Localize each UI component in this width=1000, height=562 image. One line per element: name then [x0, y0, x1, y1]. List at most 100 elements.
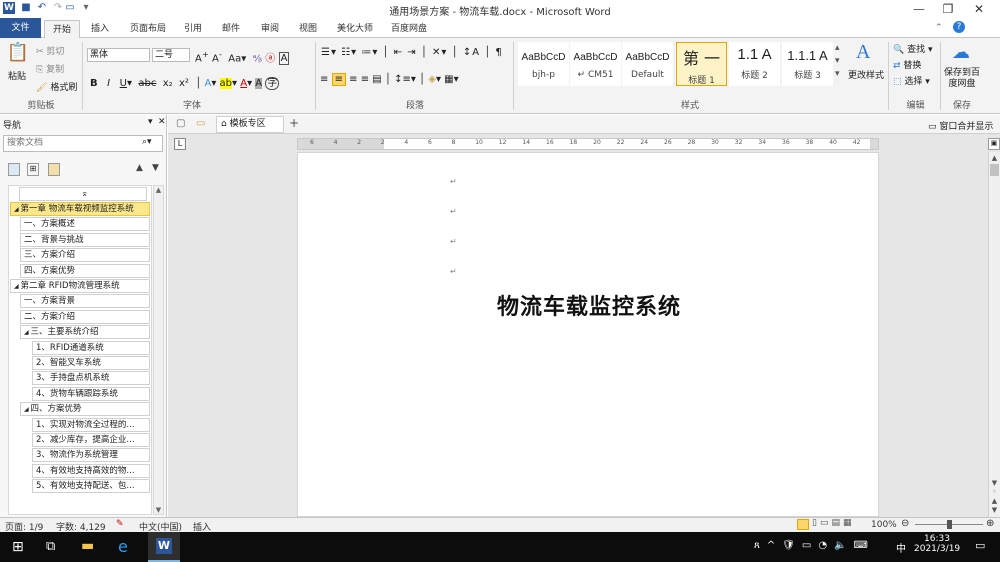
- print-layout-icon[interactable]: [797, 519, 809, 530]
- style-default[interactable]: AaBbCcD Default: [622, 42, 673, 86]
- nav-item[interactable]: 3、物流作为系统管理: [32, 448, 150, 463]
- tab-stop-selector[interactable]: L: [174, 138, 186, 150]
- view-mode-icons[interactable]: ▯▭▤▦: [812, 518, 854, 528]
- zoom-out-icon[interactable]: ⊖: [901, 518, 909, 529]
- horizontal-ruler[interactable]: 6 4 2 2 4 6 8 10 12 14 16 18 20 22 24 26 28 30 32 34 36 38 40 4…: [297, 138, 879, 150]
- nav-item[interactable]: 三、方案介绍: [20, 248, 150, 263]
- tab-references[interactable]: 引用: [179, 20, 207, 38]
- close-button[interactable]: ✕: [964, 0, 994, 18]
- nav-collapse-all-icon[interactable]: ⌅: [19, 187, 147, 201]
- nav-options-icon[interactable]: ▾: [148, 117, 153, 127]
- new-doc-icon[interactable]: ▢: [176, 118, 185, 129]
- nav-item[interactable]: 一、方案概述: [20, 217, 150, 232]
- collapse-ribbon-icon[interactable]: ⌃: [935, 23, 943, 33]
- document-page[interactable]: ↵ ↵ ↵ ↵ 物流车载监控系统: [297, 152, 879, 517]
- clock[interactable]: 16:33 2021/3/19: [914, 534, 960, 554]
- font-size-tools[interactable]: A+ A- Aa▾ ᵃ⁄ᵦ ⓐ A: [195, 49, 290, 66]
- zoom-in-icon[interactable]: ⊕: [986, 518, 994, 529]
- style-heading-3[interactable]: 1.1.1 A 标题 3: [782, 42, 833, 86]
- nav-search-input[interactable]: [4, 136, 134, 150]
- nav-close-icon[interactable]: ✕: [158, 117, 166, 127]
- help-icon[interactable]: ?: [953, 21, 965, 33]
- ime-indicator[interactable]: 中: [896, 540, 906, 555]
- nav-next-icon[interactable]: ▼: [152, 163, 159, 173]
- ie-browser-icon[interactable]: e: [118, 537, 128, 556]
- tab-home[interactable]: 开始: [44, 20, 80, 39]
- nav-item[interactable]: 5、有效地支持配送、包...: [32, 479, 150, 494]
- tab-file[interactable]: 文件: [0, 18, 41, 38]
- nav-item[interactable]: 1、RFID通道系统: [32, 340, 150, 355]
- tab-baidu-netdisk[interactable]: 百度网盘: [387, 20, 431, 38]
- style-heading-1[interactable]: 第 一标题 1: [676, 42, 727, 86]
- nav-item[interactable]: ◢ 第二章 RFID物流管理系统: [10, 279, 150, 293]
- start-button[interactable]: ⊞: [12, 539, 24, 555]
- folder-icon[interactable]: ▭: [196, 118, 205, 129]
- file-explorer-icon[interactable]: ▬: [81, 538, 94, 554]
- tab-page-layout[interactable]: 页面布局: [126, 20, 170, 38]
- paste-button[interactable]: 粘贴: [8, 69, 26, 82]
- zoom-slider-thumb[interactable]: [947, 520, 952, 529]
- cut-label: 剪切: [46, 47, 65, 57]
- copy-button[interactable]: ⎘ 复制: [36, 62, 64, 75]
- ruler-toggle-icon[interactable]: ▣: [988, 138, 1000, 150]
- nav-item[interactable]: 2、智能叉车系统: [32, 356, 150, 370]
- nav-item[interactable]: 4、有效地支持高效的物...: [32, 463, 150, 478]
- minimize-button[interactable]: —: [904, 0, 934, 18]
- template-zone-tab[interactable]: ⌂ 模板专区: [216, 116, 284, 133]
- change-styles-icon[interactable]: A: [856, 41, 870, 64]
- nav-item[interactable]: ◢ 三、主要系统介绍: [20, 325, 150, 340]
- paste-icon[interactable]: 📋: [6, 42, 30, 68]
- nav-prev-icon[interactable]: ▲: [136, 163, 143, 173]
- style-bjh-p[interactable]: AaBbCcD bjh-p: [518, 42, 569, 86]
- notifications-icon[interactable]: ▭: [975, 539, 985, 552]
- nav-headings-tab-icon[interactable]: [8, 163, 20, 176]
- baidu-netdisk-icon[interactable]: ☁: [952, 42, 970, 63]
- style-heading-2[interactable]: 1.1 A 标题 2: [729, 42, 780, 86]
- select-button[interactable]: ⬚ 选择 ▾: [893, 74, 930, 87]
- document-title[interactable]: 物流车载监控系统: [298, 289, 880, 321]
- alignment-tools[interactable]: ≡ ≡ ≡ ≡ ▤ │ ↕≡▾ │ ◈▾ ▦▾: [320, 73, 459, 86]
- nav-item[interactable]: 二、方案介绍: [20, 309, 150, 324]
- style-scroll[interactable]: ▴ ▾ ▾: [835, 42, 840, 81]
- style-cm51[interactable]: AaBbCcD ↵ CM51: [570, 42, 621, 86]
- tab-beautify[interactable]: 美化大师: [333, 20, 377, 38]
- nav-item[interactable]: 2、减少库存，提高企业...: [32, 433, 150, 447]
- vertical-scrollbar[interactable]: ▲ ▼ ◦ ▲ ▼: [988, 152, 1000, 517]
- search-icon[interactable]: ⌕▾: [142, 137, 152, 147]
- restore-button[interactable]: ❐: [933, 0, 963, 18]
- task-view-icon[interactable]: ⧉: [46, 539, 55, 554]
- font-name-select[interactable]: 黑体: [87, 48, 150, 62]
- nav-item[interactable]: 四、方案优势: [20, 263, 150, 278]
- zoom-level[interactable]: 100%: [871, 520, 897, 530]
- tab-review[interactable]: 审阅: [256, 20, 284, 38]
- font-format-tools[interactable]: B I U▾ abc x₂ x² │ A▾ ab▾ A▾ A 字: [90, 74, 280, 90]
- tab-mailings[interactable]: 邮件: [217, 20, 245, 38]
- proofing-icon[interactable]: ✎: [116, 519, 124, 529]
- nav-item[interactable]: 1、实现对物流全过程的...: [32, 417, 150, 432]
- nav-scrollbar[interactable]: ▲ ▼: [153, 185, 164, 515]
- nav-item[interactable]: ◢ 第一章 物流车载视频监控系统: [10, 202, 150, 216]
- merge-windows-button[interactable]: ▭ 窗口合并显示: [928, 119, 993, 132]
- replace-button[interactable]: ⇄ 替换: [893, 58, 921, 71]
- list-indent-tools[interactable]: ☰▾ ☷▾ ≔▾ │ ⇤ ⇥ │ ✕▾ │ ↕A │ ¶: [321, 47, 503, 58]
- nav-item[interactable]: ◢ 四、方案优势: [20, 402, 150, 417]
- tab-insert[interactable]: 插入: [84, 20, 116, 38]
- nav-item[interactable]: 3、手持盘点机系统: [32, 371, 150, 386]
- nav-item[interactable]: 一、方案背景: [20, 294, 150, 309]
- nav-item[interactable]: 4、货物车辆跟踪系统: [32, 386, 150, 401]
- add-tab-icon[interactable]: +: [289, 116, 299, 130]
- system-tray-icons[interactable]: ጸ^🛡▭◔🔈⌨: [754, 540, 875, 551]
- nav-pages-tab-icon[interactable]: ⊞: [27, 163, 39, 176]
- nav-item[interactable]: 二、背景与挑战: [20, 232, 150, 247]
- format-painter-button[interactable]: 🖌 格式刷: [36, 80, 77, 93]
- nav-search-box[interactable]: ⌕▾: [3, 135, 163, 152]
- find-button[interactable]: 🔍 查找 ▾: [893, 42, 933, 55]
- word-taskbar-button[interactable]: W: [148, 532, 180, 562]
- change-styles-button[interactable]: 更改样式: [848, 68, 884, 81]
- nav-results-tab-icon[interactable]: [48, 163, 60, 176]
- cut-button[interactable]: ✂ 剪切: [36, 44, 64, 57]
- font-size-select[interactable]: 二号: [152, 48, 190, 62]
- ruler-tick-label: 10: [475, 139, 483, 146]
- tab-view[interactable]: 视图: [294, 20, 322, 38]
- save-to-baidu-button[interactable]: 保存到百度网盘: [944, 68, 980, 90]
